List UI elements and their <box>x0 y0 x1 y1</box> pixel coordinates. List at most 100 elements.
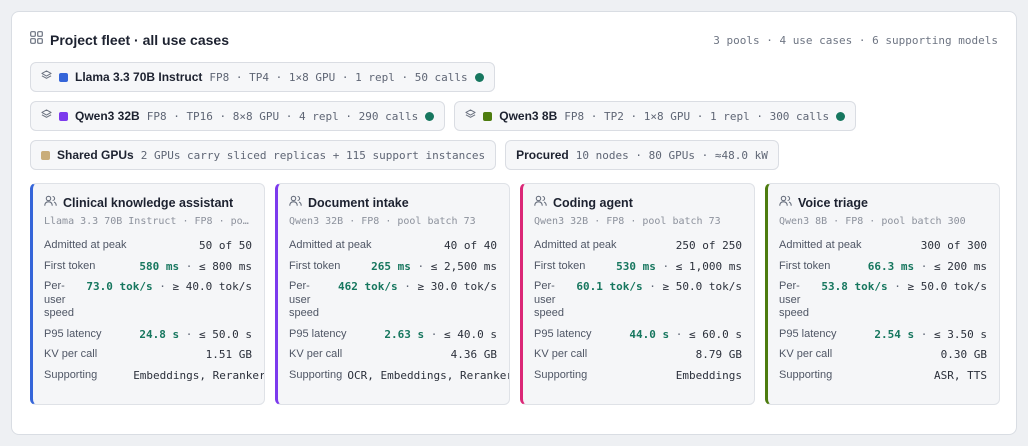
p95-actual: 2.63 s <box>384 327 425 341</box>
title-wrap: Project fleet · all use cases <box>30 31 229 49</box>
speed-value: 60.1 tok/s · ≥ 50.0 tok/s <box>576 280 742 293</box>
procured-meta: 10 nodes · 80 GPUs · ≈48.0 kW <box>575 148 768 162</box>
speed-label-1: Per- <box>534 280 555 292</box>
status-dot <box>474 72 484 82</box>
first-token-value: 265 ms · ≤ 2,500 ms <box>371 259 497 273</box>
first-token-label: First token <box>534 259 586 272</box>
supporting-value: OCR, Embeddings, Reranker <box>347 368 510 382</box>
shared-swatch <box>41 150 50 160</box>
speed-actual: 73.0 tok/s <box>86 280 153 293</box>
first-token-target: ≤ 1,000 ms <box>675 259 742 273</box>
card-subtitle: Qwen3 32B · FP8 · pool batch 73 <box>289 216 476 227</box>
use-case-card-clinical[interactable]: Clinical knowledge assistant Llama 3.3 7… <box>30 183 265 405</box>
use-case-card-coding[interactable]: Coding agent Qwen3 32B · FP8 · pool batc… <box>520 183 755 405</box>
p95-row: P95 latency 44.0 s · ≤ 60.0 s <box>534 328 742 342</box>
supporting-row: Supporting Embeddings, Reranker, Guard <box>44 369 264 383</box>
use-case-card-document[interactable]: Document intake Qwen3 32B · FP8 · pool b… <box>275 183 510 405</box>
card-head: Clinical knowledge assistant <box>44 195 264 211</box>
card-subtitle: Qwen3 8B · FP8 · pool batch 300 <box>779 216 966 227</box>
speed-row: Per-user speed 73.0 tok/s · ≥ 40.0 tok/s <box>44 280 252 321</box>
metric-rows: Admitted at peak 250 of 250 First token … <box>534 239 742 382</box>
p95-target: ≤ 3.50 s <box>934 327 987 341</box>
pool-chip-llama[interactable]: Llama 3.3 70B Instruct FP8 · TP4 · 1×8 G… <box>30 62 495 92</box>
procured-chip[interactable]: Procured 10 nodes · 80 GPUs · ≈48.0 kW <box>505 140 779 170</box>
p95-row: P95 latency 2.54 s · ≤ 3.50 s <box>779 328 987 342</box>
speed-label: Per-user speed <box>779 280 809 321</box>
card-head: Coding agent <box>534 195 754 211</box>
speed-label-2: user <box>534 293 556 306</box>
status-dot <box>425 111 435 121</box>
first-token-actual: 580 ms <box>139 259 180 273</box>
p95-label: P95 latency <box>779 327 837 340</box>
card-title: Document intake <box>308 196 409 210</box>
metric-rows: Admitted at peak 50 of 50 First token 58… <box>44 239 264 383</box>
speed-label-3: speed <box>534 307 564 319</box>
supporting-label: Supporting <box>534 368 588 381</box>
admitted-row: Admitted at peak 50 of 50 <box>44 239 252 253</box>
users-icon <box>779 194 792 212</box>
pool-chip-qwen32[interactable]: Qwen3 32B FP8 · TP16 · 8×8 GPU · 4 repl … <box>30 101 446 131</box>
p95-value: 44.0 s · ≤ 60.0 s <box>629 327 742 341</box>
kv-label: KV per call <box>289 348 343 360</box>
supporting-row: Supporting Embeddings <box>534 369 742 383</box>
admitted-value: 300 of 300 <box>920 239 987 252</box>
first-token-target: ≤ 200 ms <box>934 259 987 273</box>
shared-name: Shared GPUs <box>57 148 134 162</box>
speed-value: 53.8 tok/s · ≥ 50.0 tok/s <box>821 280 987 293</box>
speed-actual: 462 tok/s <box>338 280 398 293</box>
speed-value: 462 tok/s · ≥ 30.0 tok/s <box>338 280 497 293</box>
kv-label: KV per call <box>534 348 588 360</box>
speed-target: ≥ 50.0 tok/s <box>662 280 742 293</box>
card-subtitle: Qwen3 32B · FP8 · pool batch 73 <box>534 216 721 227</box>
first-token-row: First token 530 ms · ≤ 1,000 ms <box>534 260 742 274</box>
use-case-card-voice[interactable]: Voice triage Qwen3 8B · FP8 · pool batch… <box>765 183 1000 405</box>
users-icon <box>534 194 547 212</box>
p95-row: P95 latency 2.63 s · ≤ 40.0 s <box>289 328 497 342</box>
p95-value: 24.8 s · ≤ 50.0 s <box>139 327 252 341</box>
pool-meta: FP8 · TP4 · 1×8 GPU · 1 repl · 50 calls <box>209 70 468 84</box>
metric-rows: Admitted at peak 40 of 40 First token 26… <box>289 239 509 382</box>
users-icon <box>44 194 57 212</box>
speed-label-3: speed <box>289 307 319 319</box>
admitted-label: Admitted at peak <box>534 239 617 251</box>
first-token-row: First token 66.3 ms · ≤ 200 ms <box>779 260 987 274</box>
p95-target: ≤ 60.0 s <box>689 327 742 341</box>
use-case-cards: Clinical knowledge assistant Llama 3.3 7… <box>30 183 1000 405</box>
card-title: Coding agent <box>553 196 633 210</box>
first-token-row: First token 265 ms · ≤ 2,500 ms <box>289 260 497 274</box>
speed-label-3: speed <box>779 307 809 319</box>
admitted-label: Admitted at peak <box>289 239 372 251</box>
p95-row: P95 latency 24.8 s · ≤ 50.0 s <box>44 328 252 342</box>
card-head: Voice triage <box>779 195 999 211</box>
supporting-value: Embeddings, Reranker, Guard <box>133 368 265 382</box>
kv-value: 1.51 GB <box>205 348 252 361</box>
supporting-label: Supporting <box>289 368 343 381</box>
first-token-label: First token <box>289 259 341 272</box>
speed-label-3: speed <box>44 307 74 319</box>
fleet-summary: 3 pools · 4 use cases · 6 supporting mod… <box>713 33 998 47</box>
p95-label: P95 latency <box>289 327 347 340</box>
kv-row: KV per call 8.79 GB <box>534 348 742 362</box>
p95-actual: 2.54 s <box>874 327 915 341</box>
admitted-row: Admitted at peak 300 of 300 <box>779 239 987 253</box>
first-token-label: First token <box>44 259 96 272</box>
speed-label-1: Per- <box>779 280 800 292</box>
speed-label: Per-user speed <box>289 280 319 321</box>
p95-value: 2.54 s · ≤ 3.50 s <box>874 327 987 341</box>
first-token-value: 580 ms · ≤ 800 ms <box>139 259 252 273</box>
p95-value: 2.63 s · ≤ 40.0 s <box>384 327 497 341</box>
p95-target: ≤ 50.0 s <box>199 327 252 341</box>
admitted-label: Admitted at peak <box>779 239 862 251</box>
pool-meta: FP8 · TP16 · 8×8 GPU · 4 repl · 290 call… <box>146 109 419 123</box>
supporting-value: Embeddings <box>675 368 742 382</box>
pool-chip-qwen8[interactable]: Qwen3 8B FP8 · TP2 · 1×8 GPU · 1 repl · … <box>454 101 857 131</box>
kv-row: KV per call 1.51 GB <box>44 348 252 362</box>
first-token-actual: 530 ms <box>616 259 656 273</box>
first-token-target: ≤ 800 ms <box>199 259 252 273</box>
fleet-panel: Project fleet · all use cases 3 pools · … <box>11 11 1017 435</box>
shared-gpus-chip[interactable]: Shared GPUs 2 GPUs carry sliced replicas… <box>30 140 497 170</box>
layers-icon <box>41 68 52 86</box>
first-token-actual: 265 ms <box>371 259 411 273</box>
pool-meta: FP8 · TP2 · 1×8 GPU · 1 repl · 300 calls <box>564 109 830 123</box>
admitted-value: 50 of 50 <box>199 239 252 252</box>
